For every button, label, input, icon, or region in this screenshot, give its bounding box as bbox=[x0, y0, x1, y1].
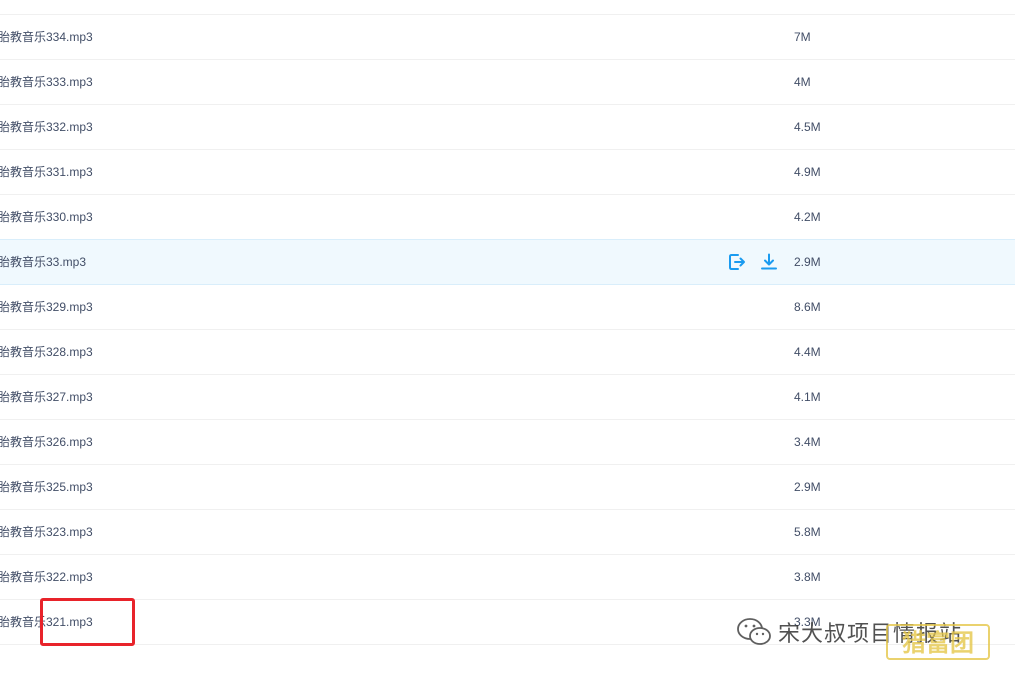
share-export-icon[interactable] bbox=[727, 252, 747, 272]
file-row[interactable]: 胎教音乐331.mp3 4.9M bbox=[0, 150, 1015, 195]
file-row[interactable]: 胎教音乐33.mp3 2.9M bbox=[0, 239, 1015, 285]
file-name[interactable]: 胎教音乐333.mp3 bbox=[0, 60, 93, 104]
file-size: 2.9M bbox=[794, 255, 821, 269]
file-row[interactable]: 胎教音乐328.mp3 4.4M bbox=[0, 330, 1015, 375]
file-name[interactable]: 胎教音乐331.mp3 bbox=[0, 150, 93, 194]
file-name[interactable]: 胎教音乐329.mp3 bbox=[0, 285, 93, 329]
file-name[interactable]: 胎教音乐326.mp3 bbox=[0, 420, 93, 464]
file-row[interactable]: 胎教音乐322.mp3 3.8M bbox=[0, 555, 1015, 600]
file-row[interactable]: 胎教音乐323.mp3 5.8M bbox=[0, 510, 1015, 555]
file-size: 4.1M bbox=[794, 390, 821, 404]
file-row[interactable]: 胎教音乐333.mp3 4M bbox=[0, 60, 1015, 105]
stamp-text: 猎富团 bbox=[902, 629, 974, 657]
file-size: 4.2M bbox=[794, 210, 821, 224]
highlight-annotation-box bbox=[40, 598, 135, 646]
file-row[interactable]: 胎教音乐327.mp3 4.1M bbox=[0, 375, 1015, 420]
file-name[interactable]: 胎教音乐33.mp3 bbox=[0, 240, 86, 284]
file-row[interactable]: 胎教音乐325.mp3 2.9M bbox=[0, 465, 1015, 510]
file-size: 4M bbox=[794, 75, 811, 89]
row-actions bbox=[727, 252, 779, 272]
file-name[interactable]: 胎教音乐325.mp3 bbox=[0, 465, 93, 509]
file-size: 5.8M bbox=[794, 525, 821, 539]
file-name[interactable]: 胎教音乐323.mp3 bbox=[0, 510, 93, 554]
file-name[interactable]: 胎教音乐332.mp3 bbox=[0, 105, 93, 149]
download-icon[interactable] bbox=[759, 252, 779, 272]
file-row[interactable]: 胎教音乐332.mp3 4.5M bbox=[0, 105, 1015, 150]
file-name[interactable]: 胎教音乐334.mp3 bbox=[0, 15, 93, 59]
wechat-icon bbox=[737, 618, 771, 645]
file-size: 8.6M bbox=[794, 300, 821, 314]
file-row[interactable]: 胎教音乐329.mp3 8.6M bbox=[0, 285, 1015, 330]
watermark-stamp-logo: 猎富团 bbox=[886, 624, 990, 660]
file-size: 2.9M bbox=[794, 480, 821, 494]
file-row[interactable]: 胎教音乐326.mp3 3.4M bbox=[0, 420, 1015, 465]
file-row[interactable]: 胎教音乐330.mp3 4.2M bbox=[0, 195, 1015, 240]
file-list: 胎教音乐334.mp3 7M 胎教音乐333.mp3 4M 胎教音乐332.mp… bbox=[0, 0, 1015, 676]
file-name[interactable]: 胎教音乐330.mp3 bbox=[0, 195, 93, 239]
file-name[interactable]: 胎教音乐327.mp3 bbox=[0, 375, 93, 419]
file-size: 4.5M bbox=[794, 120, 821, 134]
file-size: 4.9M bbox=[794, 165, 821, 179]
file-size: 3.4M bbox=[794, 435, 821, 449]
file-size: 3.8M bbox=[794, 570, 821, 584]
file-row[interactable]: 胎教音乐334.mp3 7M bbox=[0, 15, 1015, 60]
file-name[interactable]: 胎教音乐322.mp3 bbox=[0, 555, 93, 599]
file-size: 7M bbox=[794, 30, 811, 44]
file-name[interactable]: 胎教音乐328.mp3 bbox=[0, 330, 93, 374]
file-size: 4.4M bbox=[794, 345, 821, 359]
